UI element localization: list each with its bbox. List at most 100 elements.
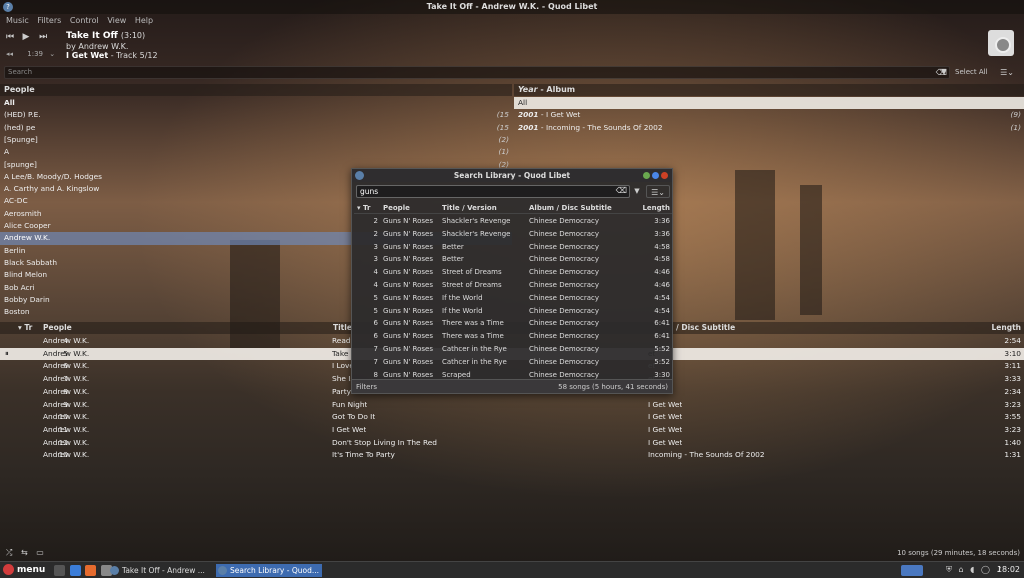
album-item[interactable]: 2001 - Incoming - The Sounds Of 2002 (1): [514, 122, 1024, 134]
people-item[interactable]: (hed) pe (15: [0, 122, 512, 134]
shield-icon[interactable]: ⛨: [946, 565, 952, 574]
select-all-button[interactable]: Select All: [955, 68, 988, 76]
search-library-dialog: Search Library - Quod Libet guns ⌫ ▼ ☰⌄ …: [351, 168, 673, 394]
menu-control[interactable]: Control: [70, 16, 99, 25]
filters-expander[interactable]: Filters: [356, 380, 377, 394]
people-item[interactable]: A (1): [0, 146, 512, 158]
dialog-song-row[interactable]: 6 Guns N' Roses There was a Time Chinese De…: [354, 330, 672, 343]
song-row[interactable]: 9 Andrew W.K. Fun Night I Get Wet 3:23: [0, 399, 1024, 412]
track-title-text: Take It Off: [66, 31, 118, 41]
dialog-search-input[interactable]: guns ⌫: [356, 185, 630, 198]
clear-search-icon[interactable]: ⌫: [616, 186, 627, 195]
repeat-icon[interactable]: ⇆: [21, 548, 28, 557]
track-album-name: I Get Wet: [66, 51, 109, 60]
task-quodlibet[interactable]: Take It Off - Andrew ...: [108, 564, 214, 577]
task-search-library[interactable]: Search Library - Quod...: [216, 564, 322, 577]
dialog-song-row[interactable]: 7 Guns N' Roses Cathcer in the Rye Chinese …: [354, 343, 672, 356]
dialog-song-row[interactable]: 7 Guns N' Roses Cathcer in the Rye Chinese …: [354, 356, 672, 369]
song-title: Got To Do It: [332, 412, 376, 422]
dialog-song-album: Chinese Democracy: [529, 268, 599, 277]
people-item[interactable]: (HED) P.E. (15: [0, 109, 512, 121]
people-col-header[interactable]: People: [43, 322, 72, 334]
people-item-count: (1): [498, 147, 509, 157]
people-item-name: Alice Cooper: [4, 221, 51, 230]
dialog-song-album: Chinese Democracy: [529, 293, 599, 302]
people-item[interactable]: All: [0, 97, 512, 109]
close-icon[interactable]: [661, 172, 668, 179]
dialog-song-row[interactable]: 5 Guns N' Roses If the World Chinese Democr…: [354, 292, 672, 305]
dialog-song-people: Guns N' Roses: [383, 268, 433, 277]
dialog-song-row[interactable]: 4 Guns N' Roses Street of Dreams Chinese De…: [354, 266, 672, 279]
people-item[interactable]: [Spunge] (2): [0, 134, 512, 146]
clock[interactable]: 18:02: [997, 565, 1020, 574]
maximize-icon[interactable]: [652, 172, 659, 179]
dialog-song-row[interactable]: 4 Guns N' Roses Street of Dreams Chinese De…: [354, 279, 672, 292]
volume-icon[interactable]: ◂◂: [6, 50, 13, 58]
song-people: Andrew W.K.: [43, 374, 90, 384]
dlg-people-col-header[interactable]: People: [383, 203, 410, 214]
dlg-album-col-header[interactable]: Album / Disc Subtitle: [529, 203, 612, 214]
menu-music[interactable]: Music: [6, 16, 29, 25]
dialog-titlebar: Search Library - Quod Libet: [352, 169, 672, 182]
dlg-length-col-header[interactable]: Length: [642, 203, 670, 214]
dialog-menu-button[interactable]: ☰⌄: [646, 185, 670, 198]
people-header[interactable]: People: [0, 84, 512, 96]
play-icon[interactable]: ▶: [23, 32, 37, 42]
album-header-label: Album: [546, 85, 576, 94]
dialog-song-row[interactable]: 3 Guns N' Roses Better Chinese Democracy 4:5…: [354, 253, 672, 266]
window-title: Take It Off - Andrew W.K. - Quod Libet: [426, 2, 598, 11]
queue-icon[interactable]: ▭: [36, 548, 44, 557]
dialog-history-dropdown[interactable]: ▼: [631, 185, 643, 198]
bottom-tools: ⤮ ⇆ ▭: [6, 548, 50, 558]
power-icon[interactable]: ◯: [981, 565, 990, 574]
next-icon[interactable]: ⏭: [39, 32, 53, 42]
elapsed-time[interactable]: 1:39: [27, 50, 43, 58]
search-input[interactable]: Search ⌫: [4, 66, 950, 79]
menu-help[interactable]: Help: [135, 16, 153, 25]
track-col-header[interactable]: ▾ Tr: [18, 322, 32, 334]
song-title: Take I: [332, 348, 352, 358]
quodlibet-icon: [218, 566, 227, 575]
pause-icon: ⏸: [5, 348, 9, 358]
firefox-icon[interactable]: [85, 565, 97, 576]
song-title: I Get Wet: [332, 424, 367, 434]
album-item[interactable]: 2001 - I Get Wet (9): [514, 109, 1024, 121]
song-row[interactable]: 11 Andrew W.K. I Get Wet I Get Wet 3:23: [0, 424, 1024, 437]
dialog-song-length: 4:54: [654, 306, 670, 315]
album-cover-icon[interactable]: [988, 30, 1014, 56]
dialog-song-people: Guns N' Roses: [383, 229, 433, 238]
song-row[interactable]: 10 Andrew W.K. It's Time To Party Incoming …: [0, 449, 1024, 462]
album-col-header[interactable]: / Disc Subtitle: [676, 322, 735, 334]
people-item-name: Boston: [4, 307, 30, 317]
volume-tray-icon[interactable]: ◖: [970, 565, 974, 574]
start-menu-button[interactable]: menu: [3, 564, 45, 577]
year-header: Year: [518, 85, 538, 94]
length-col-header[interactable]: Length: [992, 322, 1022, 334]
album-item[interactable]: All: [514, 97, 1024, 110]
dialog-song-row[interactable]: 6 Guns N' Roses There was a Time Chinese De…: [354, 317, 672, 330]
dlg-title-col-header[interactable]: Title / Version: [442, 203, 497, 214]
previous-icon[interactable]: ⏮: [6, 32, 20, 42]
dialog-song-row[interactable]: 3 Guns N' Roses Better Chinese Democracy 4:5…: [354, 241, 672, 254]
mail-icon[interactable]: [69, 565, 81, 576]
menu-filters[interactable]: Filters: [37, 16, 61, 25]
song-row[interactable]: 12 Andrew W.K. Don't Stop Living In The Re…: [0, 437, 1024, 450]
dialog-song-row[interactable]: 2 Guns N' Roses Shackler's Revenge Chinese …: [354, 215, 672, 228]
title-col-header[interactable]: Title: [333, 322, 352, 334]
seek-chevron-icon[interactable]: ⌄: [49, 50, 55, 58]
search-history-dropdown[interactable]: ▼: [938, 66, 950, 79]
terminal-icon[interactable]: [54, 565, 65, 576]
dlg-track-col-header[interactable]: ▾ Tr: [357, 203, 370, 214]
album-header[interactable]: Year - Album: [514, 84, 1024, 96]
shuffle-icon[interactable]: ⤮: [6, 548, 12, 557]
network-icon[interactable]: ⌂: [959, 565, 964, 574]
song-title: Fun Night: [332, 399, 368, 409]
keyboard-indicator-icon[interactable]: [901, 565, 923, 576]
dialog-song-num: 3: [373, 255, 378, 264]
song-row[interactable]: 10 Andrew W.K. Got To Do It I Get Wet 3:55: [0, 411, 1024, 424]
dialog-song-row[interactable]: 5 Guns N' Roses If the World Chinese Democr…: [354, 305, 672, 318]
menu-view[interactable]: View: [107, 16, 126, 25]
minimize-icon[interactable]: [643, 172, 650, 179]
browser-menu-button[interactable]: ☰⌄: [996, 66, 1018, 79]
dialog-song-row[interactable]: 2 Guns N' Roses Shackler's Revenge Chinese …: [354, 228, 672, 241]
